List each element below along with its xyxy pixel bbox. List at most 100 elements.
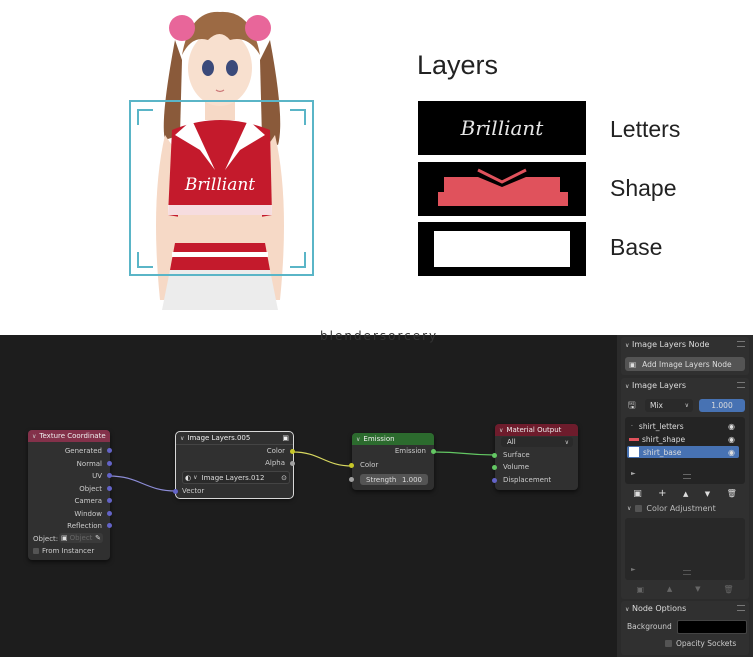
visibility-eye-icon[interactable]: ◉ [728,448,735,457]
expand-arrow-icon[interactable]: ► [631,566,636,573]
visibility-eye-icon[interactable]: ◉ [728,422,735,431]
section-header[interactable]: ∨ Image Layers [625,381,686,390]
add-adjustment-icon[interactable]: ▣ [636,585,644,594]
save-layer-icon[interactable]: ▣ [633,489,642,499]
collapse-icon[interactable]: ∨ [180,435,184,442]
layer-list[interactable]: · shirt_letters ◉ shirt_shape ◉ shirt_ba… [625,417,745,484]
unlink-icon[interactable]: ⊙ [281,474,287,482]
list-resize-grip-icon[interactable] [683,570,691,575]
node-texture-coordinate[interactable]: ∨ Texture Coordinate Generated Normal UV… [28,430,112,560]
move-down-icon[interactable]: ▼ [705,490,710,498]
input-label: Color [360,461,379,469]
drag-grip-icon[interactable] [737,605,745,611]
collapse-icon[interactable]: ∨ [625,383,629,390]
blend-mode-dropdown[interactable]: Mix ∨ [645,399,693,412]
socket-strength-in[interactable] [349,477,354,482]
background-label: Background [627,622,672,631]
section-image-layers-node: ∨ Image Layers Node ▣ Add Image Layers N… [621,337,749,375]
socket-reflection[interactable] [107,523,112,528]
adjustment-toolbar: ▣ ▲ ▼ 🗑 [625,583,745,595]
visibility-eye-icon[interactable]: ◉ [728,435,735,444]
output-label: Camera [74,497,102,505]
from-instancer-checkbox[interactable] [33,548,39,554]
move-down-icon[interactable]: ▼ [695,585,700,593]
socket-generated[interactable] [107,448,112,453]
socket-volume-in[interactable] [492,465,497,470]
layers-datablock-icon: ◐ [185,473,192,482]
chevron-down-icon[interactable]: ∨ [565,439,569,446]
adjustment-list[interactable]: ► [625,518,745,580]
move-up-icon[interactable]: ▲ [667,585,672,593]
object-picker[interactable]: ▣ Object ✎ [59,533,103,543]
list-resize-grip-icon[interactable] [683,474,691,479]
color-adjustment-header[interactable]: ∨ Color Adjustment [627,504,716,513]
socket-vector-in[interactable] [173,489,178,494]
trash-icon[interactable]: 🗑 [723,585,733,594]
datablock-dropdown-icon[interactable]: ∨ [193,474,197,481]
socket-emission-out[interactable] [431,449,436,454]
node-header[interactable]: ∨ Image Layers.005 ▣ [176,432,293,445]
collapse-icon[interactable]: ∨ [625,342,629,349]
node-canvas[interactable]: blendersorcery ∨ Texture Coordinate Gene… [0,329,617,657]
section-header[interactable]: ∨ Image Layers Node [625,340,709,349]
node-header[interactable]: ∨ Emission [352,433,434,445]
socket-alpha-out[interactable] [290,461,295,466]
socket-object[interactable] [107,486,112,491]
node-material-output[interactable]: ∨ Material Output All ∨ Surface Volume D… [492,424,578,490]
expand-arrow-icon[interactable]: ► [631,470,636,477]
output-label: UV [92,472,102,480]
collapse-icon[interactable]: ∨ [499,427,503,434]
layer-toolbar: ▣ + ▲ ▼ 🗑 [625,487,745,500]
socket-color-out[interactable] [290,449,295,454]
section-header[interactable]: ∨ Node Options [625,604,686,613]
drag-grip-icon[interactable] [737,341,745,347]
socket-surface-in[interactable] [492,453,497,458]
section-title: Image Layers [631,381,687,390]
trash-icon[interactable]: 🗑 [727,489,737,498]
drag-grip-icon[interactable] [737,382,745,388]
collapse-icon[interactable]: ∨ [625,606,629,613]
opacity-sockets-row[interactable]: Opacity Sockets [665,639,736,648]
socket-color-in[interactable] [349,463,354,468]
output-label: Normal [76,460,102,468]
socket-uv[interactable] [107,473,112,478]
from-instancer-row[interactable]: From Instancer [33,547,94,555]
opacity-sockets-label: Opacity Sockets [676,639,737,648]
layer-item-shirt-letters[interactable]: · shirt_letters ◉ [627,420,739,432]
save-icon[interactable]: 🖫 [628,398,636,414]
chevron-down-icon[interactable]: ∨ [685,402,689,409]
strength-field[interactable]: Strength 1.000 [360,474,428,485]
illustration-area: Brilliant Layers Brilliant Letters Shape… [0,0,753,335]
collapse-icon[interactable]: ∨ [356,436,360,443]
node-header[interactable]: ∨ Material Output [495,424,578,436]
node-image-layers[interactable]: ∨ Image Layers.005 ▣ Color Alpha ◐ ∨ Ima… [173,431,295,499]
socket-window[interactable] [107,511,112,516]
socket-normal[interactable] [107,461,112,466]
link-uv-vector[interactable] [108,475,177,492]
eyedropper-icon[interactable]: ✎ [95,534,101,542]
node-emission[interactable]: ∨ Emission Emission Color Strength 1.000 [349,433,436,490]
collapse-icon[interactable]: ∨ [627,505,631,512]
input-label: Volume [503,463,530,471]
collapse-icon[interactable]: ∨ [32,433,36,440]
opacity-sockets-checkbox[interactable] [665,640,672,647]
move-up-icon[interactable]: ▲ [683,490,688,498]
link-emission-surface[interactable] [433,451,496,456]
factor-slider[interactable]: 1.000 [699,399,745,412]
link-color-color[interactable] [292,451,353,467]
target-dropdown[interactable]: All ∨ [501,437,573,447]
color-adjustment-checkbox[interactable] [635,505,643,512]
socket-displacement-in[interactable] [492,478,497,483]
add-image-layers-node-button[interactable]: ▣ Add Image Layers Node [625,357,745,371]
background-color-swatch[interactable] [677,620,747,634]
strength-label: Strength [366,475,397,484]
socket-camera[interactable] [107,498,112,503]
layer-item-shirt-shape[interactable]: shirt_shape ◉ [627,433,739,445]
layer-item-shirt-base[interactable]: shirt_base ◉ [627,446,739,458]
from-instancer-label: From Instancer [42,547,95,555]
node-header[interactable]: ∨ Texture Coordinate [28,430,110,442]
add-layer-icon[interactable]: + [658,488,666,499]
layer-label: shirt_base [643,447,682,457]
output-label: Generated [64,447,102,455]
datablock-selector[interactable]: ◐ ∨ Image Layers.012 ⊙ [182,471,290,484]
